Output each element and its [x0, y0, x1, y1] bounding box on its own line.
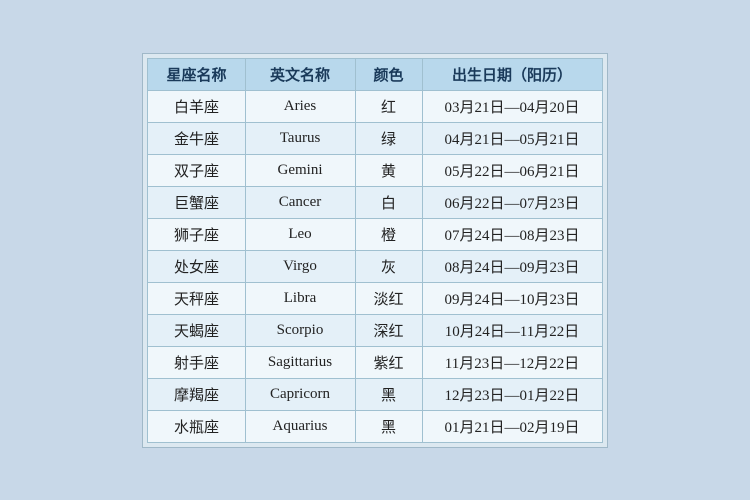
cell-chinese: 摩羯座	[148, 378, 245, 410]
zodiac-table: 星座名称 英文名称 颜色 出生日期（阳历） 白羊座Aries红03月21日—04…	[147, 58, 602, 443]
table-row: 射手座Sagittarius紫红11月23日—12月22日	[148, 346, 602, 378]
header-date: 出生日期（阳历）	[422, 58, 602, 90]
header-chinese: 星座名称	[148, 58, 245, 90]
cell-chinese: 天秤座	[148, 282, 245, 314]
cell-english: Capricorn	[245, 378, 355, 410]
cell-chinese: 狮子座	[148, 218, 245, 250]
cell-english: Aquarius	[245, 410, 355, 442]
cell-color: 绿	[355, 122, 422, 154]
cell-chinese: 水瓶座	[148, 410, 245, 442]
cell-english: Gemini	[245, 154, 355, 186]
cell-english: Virgo	[245, 250, 355, 282]
table-row: 巨蟹座Cancer白06月22日—07月23日	[148, 186, 602, 218]
cell-chinese: 金牛座	[148, 122, 245, 154]
cell-chinese: 天蝎座	[148, 314, 245, 346]
table-row: 金牛座Taurus绿04月21日—05月21日	[148, 122, 602, 154]
cell-chinese: 射手座	[148, 346, 245, 378]
cell-color: 深红	[355, 314, 422, 346]
cell-color: 红	[355, 90, 422, 122]
cell-color: 黑	[355, 410, 422, 442]
cell-chinese: 白羊座	[148, 90, 245, 122]
table-row: 双子座Gemini黄05月22日—06月21日	[148, 154, 602, 186]
table-row: 白羊座Aries红03月21日—04月20日	[148, 90, 602, 122]
cell-date: 06月22日—07月23日	[422, 186, 602, 218]
cell-date: 01月21日—02月19日	[422, 410, 602, 442]
table-row: 狮子座Leo橙07月24日—08月23日	[148, 218, 602, 250]
cell-date: 09月24日—10月23日	[422, 282, 602, 314]
cell-english: Taurus	[245, 122, 355, 154]
cell-date: 03月21日—04月20日	[422, 90, 602, 122]
cell-english: Sagittarius	[245, 346, 355, 378]
cell-english: Aries	[245, 90, 355, 122]
cell-english: Cancer	[245, 186, 355, 218]
cell-english: Leo	[245, 218, 355, 250]
table-row: 摩羯座Capricorn黑12月23日—01月22日	[148, 378, 602, 410]
cell-date: 12月23日—01月22日	[422, 378, 602, 410]
cell-chinese: 巨蟹座	[148, 186, 245, 218]
table-row: 天秤座Libra淡红09月24日—10月23日	[148, 282, 602, 314]
header-english: 英文名称	[245, 58, 355, 90]
table-row: 处女座Virgo灰08月24日—09月23日	[148, 250, 602, 282]
cell-date: 11月23日—12月22日	[422, 346, 602, 378]
cell-color: 橙	[355, 218, 422, 250]
cell-color: 淡红	[355, 282, 422, 314]
cell-color: 黄	[355, 154, 422, 186]
cell-date: 10月24日—11月22日	[422, 314, 602, 346]
header-color: 颜色	[355, 58, 422, 90]
cell-color: 黑	[355, 378, 422, 410]
cell-date: 05月22日—06月21日	[422, 154, 602, 186]
cell-color: 灰	[355, 250, 422, 282]
table-row: 天蝎座Scorpio深红10月24日—11月22日	[148, 314, 602, 346]
cell-english: Libra	[245, 282, 355, 314]
cell-english: Scorpio	[245, 314, 355, 346]
table-row: 水瓶座Aquarius黑01月21日—02月19日	[148, 410, 602, 442]
cell-color: 紫红	[355, 346, 422, 378]
cell-date: 07月24日—08月23日	[422, 218, 602, 250]
zodiac-table-container: 星座名称 英文名称 颜色 出生日期（阳历） 白羊座Aries红03月21日—04…	[142, 53, 607, 448]
cell-chinese: 处女座	[148, 250, 245, 282]
cell-date: 08月24日—09月23日	[422, 250, 602, 282]
cell-color: 白	[355, 186, 422, 218]
cell-date: 04月21日—05月21日	[422, 122, 602, 154]
table-header-row: 星座名称 英文名称 颜色 出生日期（阳历）	[148, 58, 602, 90]
cell-chinese: 双子座	[148, 154, 245, 186]
